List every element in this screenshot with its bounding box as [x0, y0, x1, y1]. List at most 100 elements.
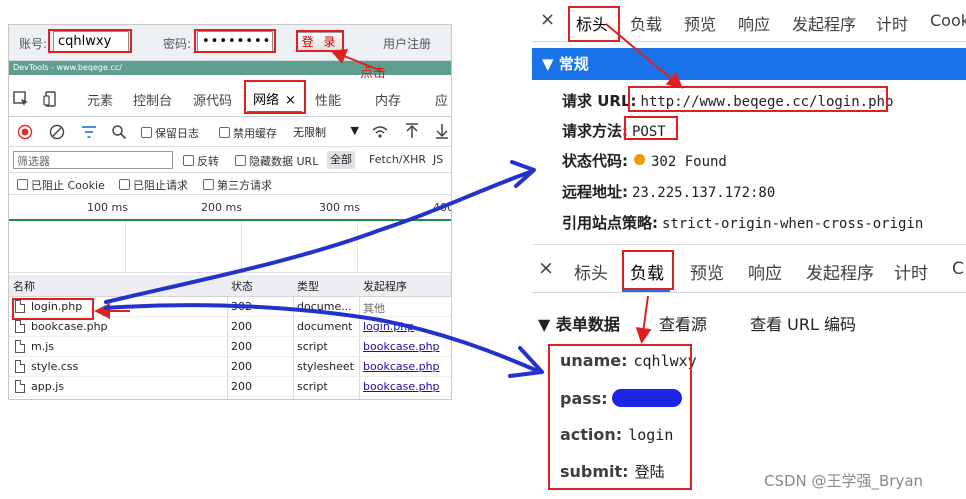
stylesheet-file-icon [15, 360, 25, 373]
inspect-icon[interactable] [13, 91, 29, 110]
filter-all-button[interactable]: 全部 [327, 151, 355, 169]
request-name: style.css [31, 360, 79, 373]
request-initiator-link[interactable]: bookcase.php [363, 360, 451, 373]
table-row[interactable]: bookcase.php 200 document login.php [9, 317, 451, 337]
wifi-settings-icon[interactable] [371, 125, 389, 142]
filter-input[interactable]: 筛选器 [13, 151, 173, 169]
tab-preview[interactable]: 预览 [690, 259, 724, 284]
request-status: 200 [231, 380, 252, 393]
tab-headers[interactable]: 标头 [574, 259, 608, 284]
tab-elements[interactable]: 元素 [87, 90, 113, 109]
timeline-gridline [241, 221, 242, 273]
timeline-tick: 400 [433, 201, 452, 214]
devtools-tab-bar: 元素 控制台 源代码 网络 × 性能 内存 应 [9, 81, 451, 117]
timeline-tick: 300 ms [319, 201, 360, 214]
column-header-name[interactable]: 名称 [13, 278, 207, 294]
tab-cookies[interactable]: Cook [930, 11, 966, 30]
request-method-label: 请求方法: [562, 122, 628, 140]
script-file-icon [15, 380, 25, 393]
request-name: bookcase.php [31, 320, 108, 333]
invert-checkbox[interactable]: 反转 [183, 153, 219, 169]
password-label: 密码: [163, 37, 192, 51]
filter-icon[interactable] [81, 125, 97, 142]
table-row[interactable]: m.js 200 script bookcase.php [9, 337, 451, 357]
register-link[interactable]: 用户注册 [383, 35, 431, 52]
highlight-request-url [628, 86, 888, 112]
close-icon[interactable]: × [538, 257, 554, 279]
tab-performance[interactable]: 性能 [315, 90, 341, 109]
tab-timing[interactable]: 计时 [876, 11, 908, 35]
blue-arrowhead-headers [510, 160, 536, 188]
table-row[interactable]: app.js 200 script bookcase.php [9, 377, 451, 397]
timeline-gridline [357, 221, 358, 273]
dropdown-icon: ▼ [350, 124, 359, 137]
referrer-policy-label: 引用站点策略: [562, 214, 658, 232]
request-name: app.js [31, 380, 64, 393]
request-status: 302 [231, 300, 252, 313]
form-data-toggle[interactable]: ▼ 表单数据 [538, 315, 620, 334]
timeline-progress-bar [9, 219, 451, 221]
hide-data-url-checkbox[interactable]: 隐藏数据 URL [235, 153, 318, 169]
request-initiator-link[interactable]: bookcase.php [363, 340, 451, 353]
tab-sources[interactable]: 源代码 [193, 90, 232, 109]
status-code-row: 状态代码: 302 Found [562, 150, 727, 171]
throttle-select[interactable]: 无限制 ▼ [291, 123, 361, 141]
column-header-status[interactable]: 状态 [231, 278, 289, 294]
filter-js[interactable]: JS [433, 153, 443, 166]
tab-preview[interactable]: 预览 [684, 11, 716, 35]
column-header-initiator[interactable]: 发起程序 [363, 278, 451, 294]
request-type: stylesheet [297, 360, 354, 373]
tab-console[interactable]: 控制台 [133, 90, 172, 109]
request-type: document [297, 320, 353, 333]
tab-response[interactable]: 响应 [738, 11, 770, 35]
blocked-requests-checkbox[interactable]: 已阻止请求 [119, 177, 188, 193]
blocked-filter-row: 已阻止 Cookie 已阻止请求 第三方请求 [9, 173, 451, 195]
device-toolbar-icon[interactable] [43, 91, 59, 110]
request-initiator-link[interactable]: login.php [363, 320, 451, 333]
highlight-network-tab [244, 80, 306, 114]
upload-icon[interactable] [405, 123, 419, 142]
tab-application[interactable]: 应 [435, 90, 448, 109]
tab-initiator[interactable]: 发起程序 [806, 259, 874, 284]
remote-address-label: 远程地址: [562, 183, 628, 201]
disable-cache-checkbox[interactable]: 禁用缓存 [219, 125, 277, 141]
table-row[interactable]: style.css 200 stylesheet bookcase.php [9, 357, 451, 377]
tab-initiator[interactable]: 发起程序 [792, 11, 856, 35]
blocked-cookie-checkbox[interactable]: 已阻止 Cookie [17, 177, 105, 193]
request-type: script [297, 380, 328, 393]
view-url-encoded-link[interactable]: 查看 URL 编码 [750, 315, 856, 334]
request-status: 200 [231, 320, 252, 333]
tab-timing[interactable]: 计时 [894, 259, 928, 284]
request-type: script [297, 340, 328, 353]
view-source-link[interactable]: 查看源 [659, 315, 707, 334]
third-party-checkbox[interactable]: 第三方请求 [203, 177, 272, 193]
close-icon[interactable]: × [540, 9, 555, 30]
table-header-row: 名称 状态 类型 发起程序 [9, 275, 451, 297]
filter-fetch-xhr[interactable]: Fetch/XHR [369, 153, 426, 166]
request-initiator: 其他 [363, 302, 385, 315]
request-type: docume... [297, 300, 352, 313]
highlight-login-php-row [12, 298, 94, 320]
request-initiator-link[interactable]: bookcase.php [363, 380, 451, 393]
checkbox-icon [141, 127, 152, 138]
checkbox-icon [203, 179, 214, 190]
tab-response[interactable]: 响应 [748, 259, 782, 284]
network-timeline-overview[interactable]: 100 ms 200 ms 300 ms 400 [9, 195, 452, 273]
checkbox-icon [235, 155, 246, 166]
general-section-header[interactable]: ▼ 常规 [532, 48, 966, 80]
clear-icon[interactable] [49, 124, 65, 143]
search-icon[interactable] [111, 124, 127, 143]
column-header-type[interactable]: 类型 [297, 278, 359, 294]
tab-cookies[interactable]: C [952, 259, 964, 279]
payload-panel-tab-bar: × 标头 负载 预览 响应 发起程序 计时 C [532, 245, 966, 293]
tab-memory[interactable]: 内存 [375, 90, 401, 109]
tab-payload[interactable]: 负载 [630, 11, 662, 35]
highlight-account-input [48, 29, 132, 53]
download-icon[interactable] [435, 123, 449, 142]
record-icon[interactable] [17, 124, 33, 143]
checkbox-icon [183, 155, 194, 166]
form-data-header: ▼ 表单数据 查看源 查看 URL 编码 [538, 311, 856, 335]
highlight-payload-tab [622, 250, 674, 290]
preserve-log-checkbox[interactable]: 保留日志 [141, 125, 199, 141]
status-code-label: 状态代码: [562, 152, 628, 170]
